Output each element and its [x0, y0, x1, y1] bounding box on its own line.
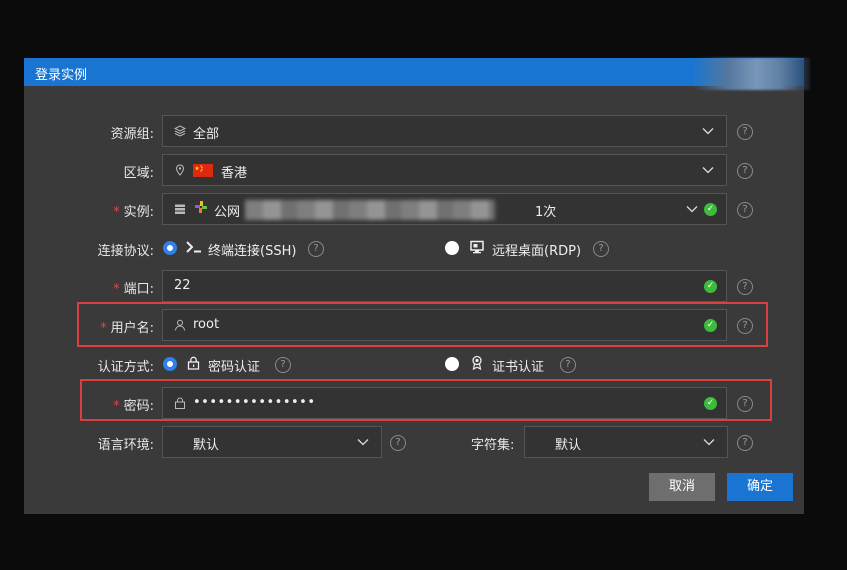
login-dialog: 登录实例 资源组: 全部 ? 区域: 香港 ? * 实例: 公网 1次 ✓ ? …	[24, 58, 810, 514]
server-icon	[174, 203, 187, 216]
locale-value: 默认	[193, 438, 220, 453]
chevron-down-icon	[703, 439, 715, 446]
check-circle-icon: ✓	[704, 203, 717, 216]
locale-select[interactable]: 默认	[162, 426, 382, 458]
protocol-row: 连接协议: 终端连接(SSH) ? 远程桌面(RDP) ?	[24, 232, 804, 264]
desktop-icon	[470, 240, 484, 258]
port-input[interactable]: 22 ✓	[162, 270, 727, 302]
dialog-titlebar: 登录实例	[24, 58, 810, 90]
protocol-label: 连接协议:	[97, 244, 154, 259]
locale-label: 语言环境:	[97, 438, 154, 453]
help-icon[interactable]: ?	[560, 357, 576, 373]
help-icon[interactable]: ?	[737, 124, 753, 140]
help-icon[interactable]: ?	[390, 435, 406, 451]
windmill-icon	[194, 200, 208, 214]
help-icon[interactable]: ?	[737, 163, 753, 179]
chevron-down-icon	[357, 439, 369, 446]
locale-row: 语言环境: 默认 ? 字符集: 默认 ?	[24, 426, 804, 458]
help-icon[interactable]: ?	[593, 241, 609, 257]
lock-icon	[187, 356, 200, 374]
region-value: 香港	[221, 166, 248, 181]
auth-label: 认证方式:	[97, 360, 154, 375]
username-highlight-box	[77, 302, 768, 347]
layers-icon	[173, 125, 187, 138]
ssh-option-label: 终端连接(SSH)	[208, 244, 297, 259]
instance-row: * 实例: 公网 1次 ✓ ?	[24, 193, 804, 225]
instance-label: * 实例:	[113, 205, 154, 220]
charset-label: 字符集:	[471, 438, 515, 453]
password-auth-radio[interactable]	[163, 357, 177, 371]
help-icon[interactable]: ?	[275, 357, 291, 373]
cn-flag-icon	[193, 164, 213, 177]
chevron-down-icon	[686, 206, 698, 213]
rdp-radio[interactable]	[445, 241, 459, 255]
redacted-area	[692, 58, 810, 90]
charset-value: 默认	[555, 438, 582, 453]
instance-value: 公网	[214, 205, 241, 220]
port-value: 22	[174, 278, 191, 293]
auth-row: 认证方式: 密码认证 ? 证书认证 ?	[24, 348, 804, 380]
region-select[interactable]: 香港	[162, 154, 727, 186]
help-icon[interactable]: ?	[737, 435, 753, 451]
help-icon[interactable]: ?	[737, 202, 753, 218]
cancel-button[interactable]: 取消	[649, 473, 715, 501]
resource-group-value: 全部	[193, 127, 220, 142]
resource-group-label: 资源组:	[110, 127, 154, 142]
chevron-down-icon	[702, 167, 714, 174]
location-pin-icon	[174, 164, 187, 177]
instance-badge: 1次	[535, 205, 557, 220]
confirm-button[interactable]: 确定	[727, 473, 793, 501]
certificate-auth-label: 证书认证	[492, 360, 545, 375]
port-label: * 端口:	[113, 282, 154, 297]
redacted-area	[245, 200, 495, 220]
ssh-radio[interactable]	[163, 241, 177, 255]
port-row: * 端口: 22 ✓ ?	[24, 270, 804, 302]
region-row: 区域: 香港 ?	[24, 154, 804, 186]
certificate-icon	[470, 355, 484, 374]
certificate-auth-radio[interactable]	[445, 357, 459, 371]
region-label: 区域:	[123, 166, 154, 181]
password-highlight-box	[80, 379, 772, 421]
resource-group-select[interactable]: 全部	[162, 115, 727, 147]
resource-group-row: 资源组: 全部 ?	[24, 115, 804, 147]
help-icon[interactable]: ?	[308, 241, 324, 257]
terminal-icon	[186, 240, 202, 258]
password-auth-label: 密码认证	[208, 360, 261, 375]
chevron-down-icon	[702, 128, 714, 135]
charset-select[interactable]: 默认	[524, 426, 728, 458]
help-icon[interactable]: ?	[737, 279, 753, 295]
check-circle-icon: ✓	[704, 280, 717, 293]
dialog-title: 登录实例	[35, 68, 88, 83]
rdp-option-label: 远程桌面(RDP)	[492, 244, 582, 259]
instance-select[interactable]: 公网 1次 ✓	[162, 193, 727, 225]
